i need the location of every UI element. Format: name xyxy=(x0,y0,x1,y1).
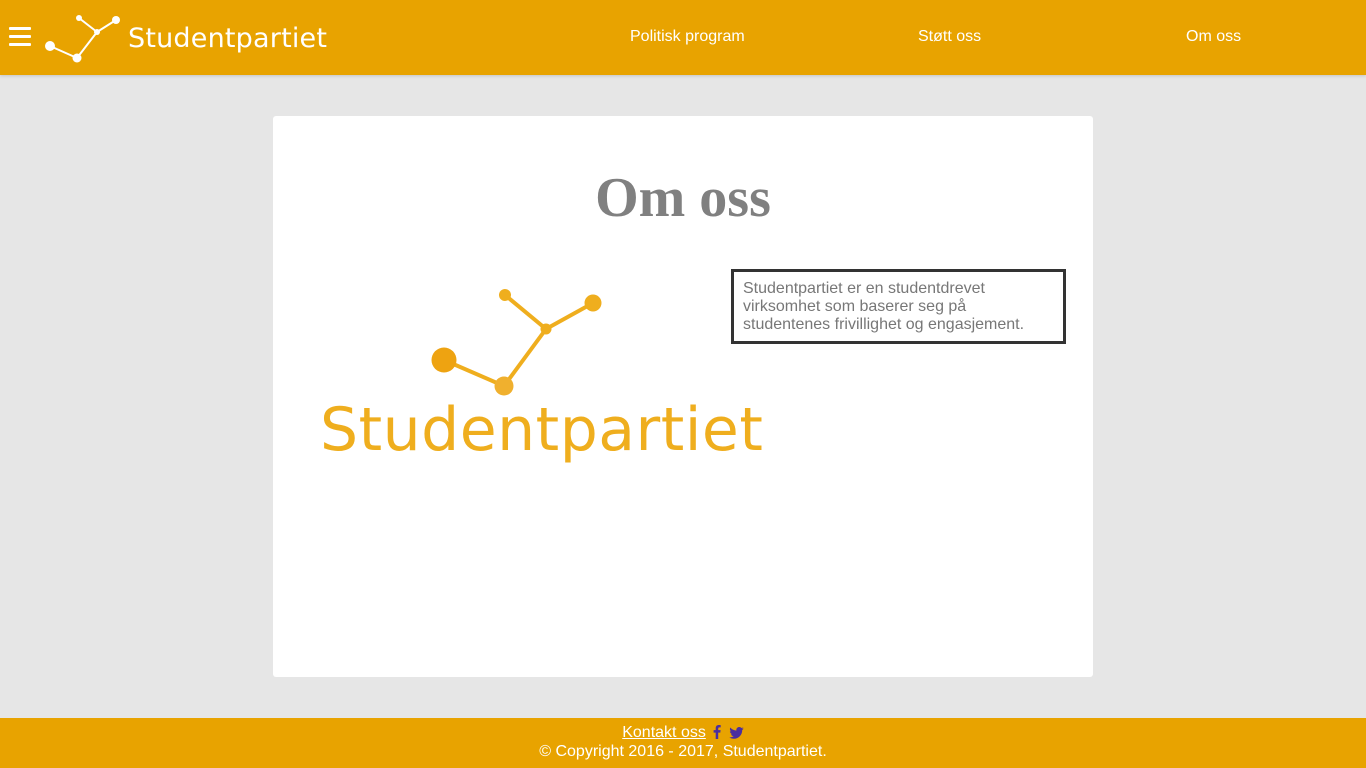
nav-link-politisk-program[interactable]: Politisk program xyxy=(630,28,745,46)
contact-link[interactable]: Kontakt oss xyxy=(622,724,706,741)
studentpartiet-logo-graphic xyxy=(431,289,602,396)
footer-contact-row: Kontakt oss xyxy=(0,724,1366,744)
nav-link-om-oss[interactable]: Om oss xyxy=(1186,28,1241,46)
about-text-box: Studentpartiet er en studentdrevet virks… xyxy=(731,269,1066,344)
facebook-icon[interactable] xyxy=(713,725,721,744)
logo-wordmark: Studentpartiet xyxy=(320,395,764,465)
twitter-icon[interactable] xyxy=(729,726,744,744)
brand-name: Studentpartiet xyxy=(128,23,328,54)
hamburger-menu-icon[interactable] xyxy=(9,27,31,47)
copyright-text: © Copyright 2016 - 2017, Studentpartiet. xyxy=(539,743,827,760)
page-title: Om oss xyxy=(595,167,771,229)
top-navbar: Studentpartiet Politisk program Støtt os… xyxy=(0,0,1366,75)
footer: Kontakt oss © Copyright 2016 - 2017, Stu… xyxy=(0,718,1366,768)
brand-logo-icon xyxy=(45,15,120,63)
nav-link-stott-oss[interactable]: Støtt oss xyxy=(918,28,981,46)
